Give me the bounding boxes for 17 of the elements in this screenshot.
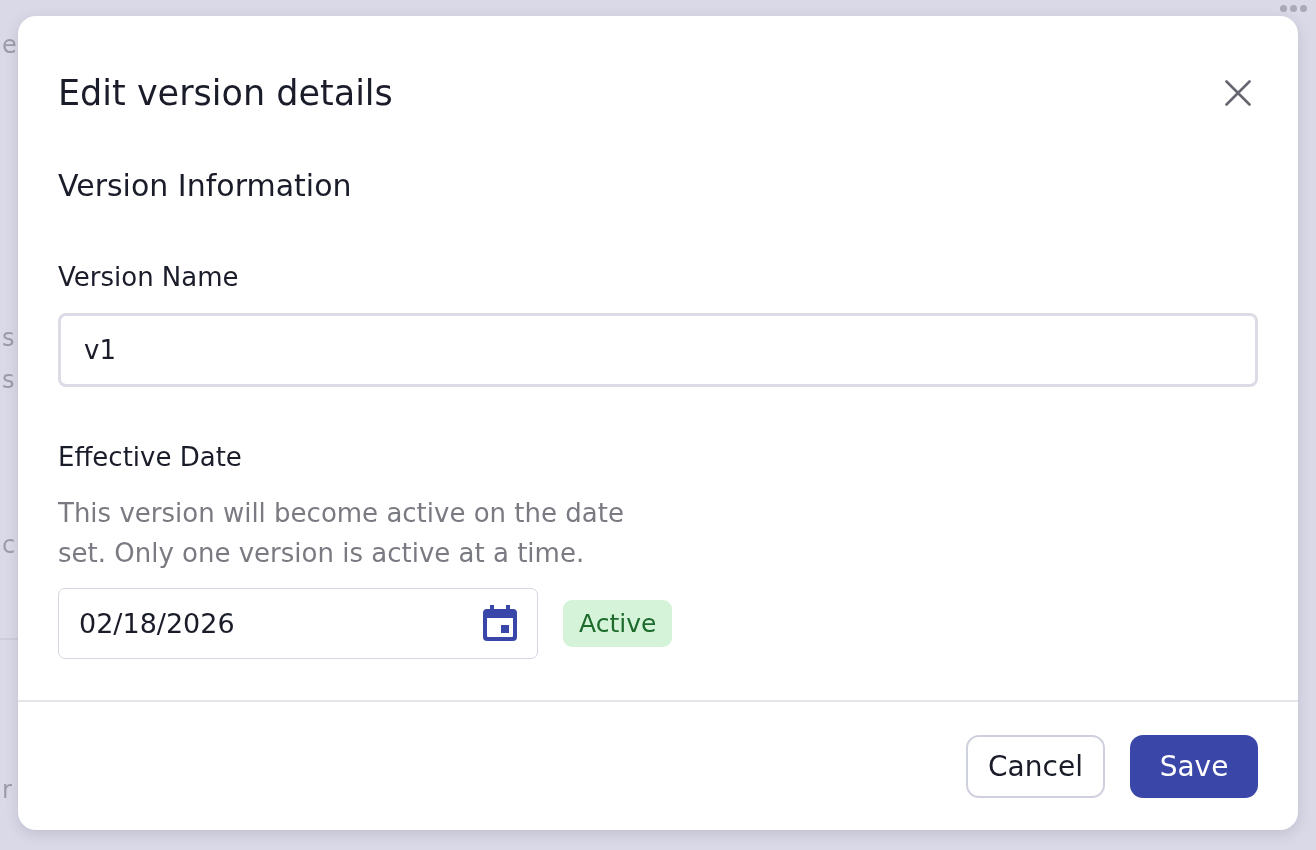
background-text: e bbox=[2, 30, 17, 61]
dialog-title: Edit version details bbox=[58, 72, 393, 115]
calendar-icon[interactable] bbox=[483, 605, 517, 641]
status-badge: Active bbox=[563, 600, 673, 647]
close-icon[interactable] bbox=[1225, 80, 1251, 106]
text-input[interactable]: v1 bbox=[58, 313, 1258, 387]
cancel-button[interactable]: Cancel bbox=[966, 735, 1105, 798]
field-label: Version Name bbox=[58, 261, 239, 294]
background-text: s bbox=[2, 323, 15, 354]
field-label: Effective Date bbox=[58, 441, 242, 474]
date-input[interactable]: 02/18/2026 bbox=[58, 588, 538, 659]
save-button[interactable]: Save bbox=[1130, 735, 1258, 798]
background-text: c bbox=[2, 530, 16, 561]
section-title: Version Information bbox=[58, 167, 352, 205]
background-text: r bbox=[2, 775, 12, 806]
help-text: This version will become active on the date set. Only one version is active at a time. bbox=[58, 497, 625, 570]
background-text: s bbox=[2, 365, 15, 396]
